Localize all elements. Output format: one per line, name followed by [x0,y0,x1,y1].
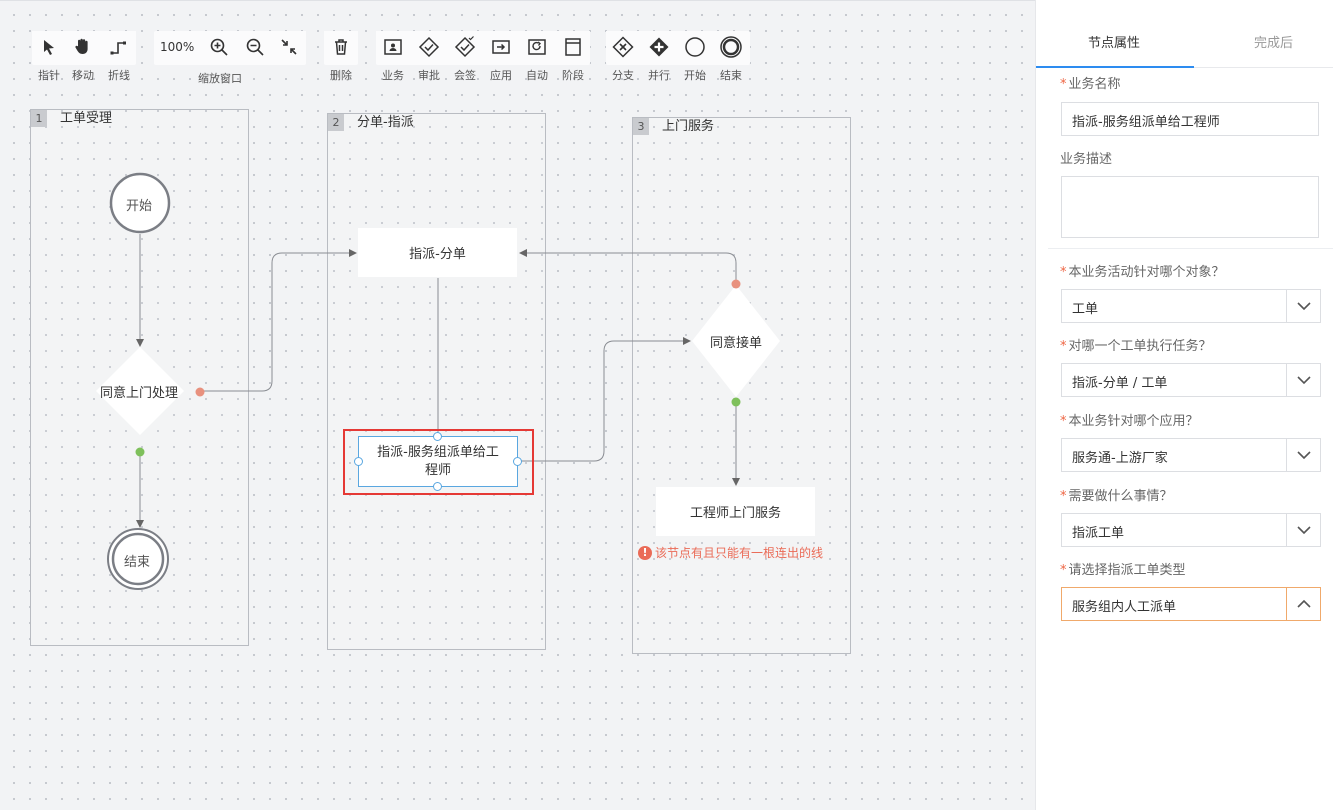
assign-split-node[interactable]: 指派-分单 [358,228,517,277]
q-todo-label: * 需要做什么事情？ [1060,489,1173,504]
panel-tabs: 节点属性 完成后 [1036,0,1333,68]
chevron-down-icon[interactable] [1286,364,1320,396]
dispatch-type-select-value: 服务组内人工派单 [1072,600,1177,615]
ticket-select-value: 指派-分单 / 工单 [1072,376,1168,391]
resize-handle[interactable] [433,432,442,441]
dispatch-type-select[interactable]: 服务组内人工派单 [1061,587,1321,621]
assign-engineer-node[interactable]: 指派-服务组派单给工程师 [358,436,518,487]
business-name-label: * 业务名称 [1060,77,1121,92]
object-select-value: 工单 [1072,302,1099,317]
out-anchor-dot[interactable] [731,397,741,407]
end-node-label: 结束 [124,555,151,570]
flow-canvas[interactable]: 指针 移动 折线 100% 缩放窗口 删除 业务 审批 会签 应用 自动 阶段 … [0,0,1035,810]
warning-icon: ! [638,545,652,560]
error-text: 该节点有且只能有一根连出的线 [655,546,824,560]
engineer-visit-label: 工程师上门服务 [689,506,781,521]
edge-assign-to-accept[interactable] [518,337,691,462]
assign-engineer-label: 指派-服务组派单给工程师 [377,444,499,478]
chevron-down-icon[interactable] [1286,439,1320,471]
decision-accept-label: 同意接单 [710,336,763,351]
object-select[interactable]: 工单 [1061,289,1321,323]
active-tab-indicator [1036,66,1194,68]
edge-decision-to-split[interactable] [200,249,357,392]
q-app-label: * 本业务针对哪个应用？ [1060,414,1199,429]
business-name-input[interactable]: 指派-服务组派单给工程师 [1061,102,1319,136]
business-desc-textarea[interactable] [1061,176,1319,238]
tab-node-properties[interactable]: 节点属性 [1088,32,1140,51]
chevron-down-icon[interactable] [1286,290,1320,322]
chevron-up-icon[interactable] [1286,588,1320,620]
properties-panel: 节点属性 完成后 * 业务名称 指派-服务组派单给工程师 业务描述 * 本业务活动针… [1035,0,1333,810]
assign-split-label: 指派-分单 [409,247,466,262]
resize-handle[interactable] [354,457,363,466]
q-ticket-label: * 对哪一个工单执行任务？ [1060,339,1212,354]
section-divider [1048,248,1333,249]
tab-after-complete[interactable]: 完成后 [1254,32,1293,51]
decision-visit-label: 同意上门处理 [100,386,179,401]
resize-handle[interactable] [433,482,442,491]
q-object-label: * 本业务活动针对哪个对象？ [1060,265,1225,280]
engineer-visit-node[interactable]: 工程师上门服务 [656,487,815,536]
q-type-label: * 请选择指派工单类型 [1060,563,1186,578]
app-select-value: 服务通-上游厂家 [1072,451,1168,466]
flow-shapes [96,172,780,590]
dropdown-menu[interactable] [1048,630,1333,810]
business-desc-label: 业务描述 [1060,152,1113,167]
chevron-down-icon[interactable] [1286,514,1320,546]
todo-select-value: 指派工单 [1072,526,1125,541]
out-anchor-dot[interactable] [731,279,741,289]
out-anchor-dot[interactable] [135,447,145,457]
out-anchor-dot[interactable] [195,387,205,397]
start-node-label: 开始 [126,199,153,214]
app-select[interactable]: 服务通-上游厂家 [1061,438,1321,472]
node-error-message: ! 该节点有且只能有一根连出的线 [638,544,823,561]
resize-handle[interactable] [513,457,522,466]
ticket-select[interactable]: 指派-分单 / 工单 [1061,363,1321,397]
todo-select[interactable]: 指派工单 [1061,513,1321,547]
edge-accept-to-split[interactable] [519,249,737,284]
